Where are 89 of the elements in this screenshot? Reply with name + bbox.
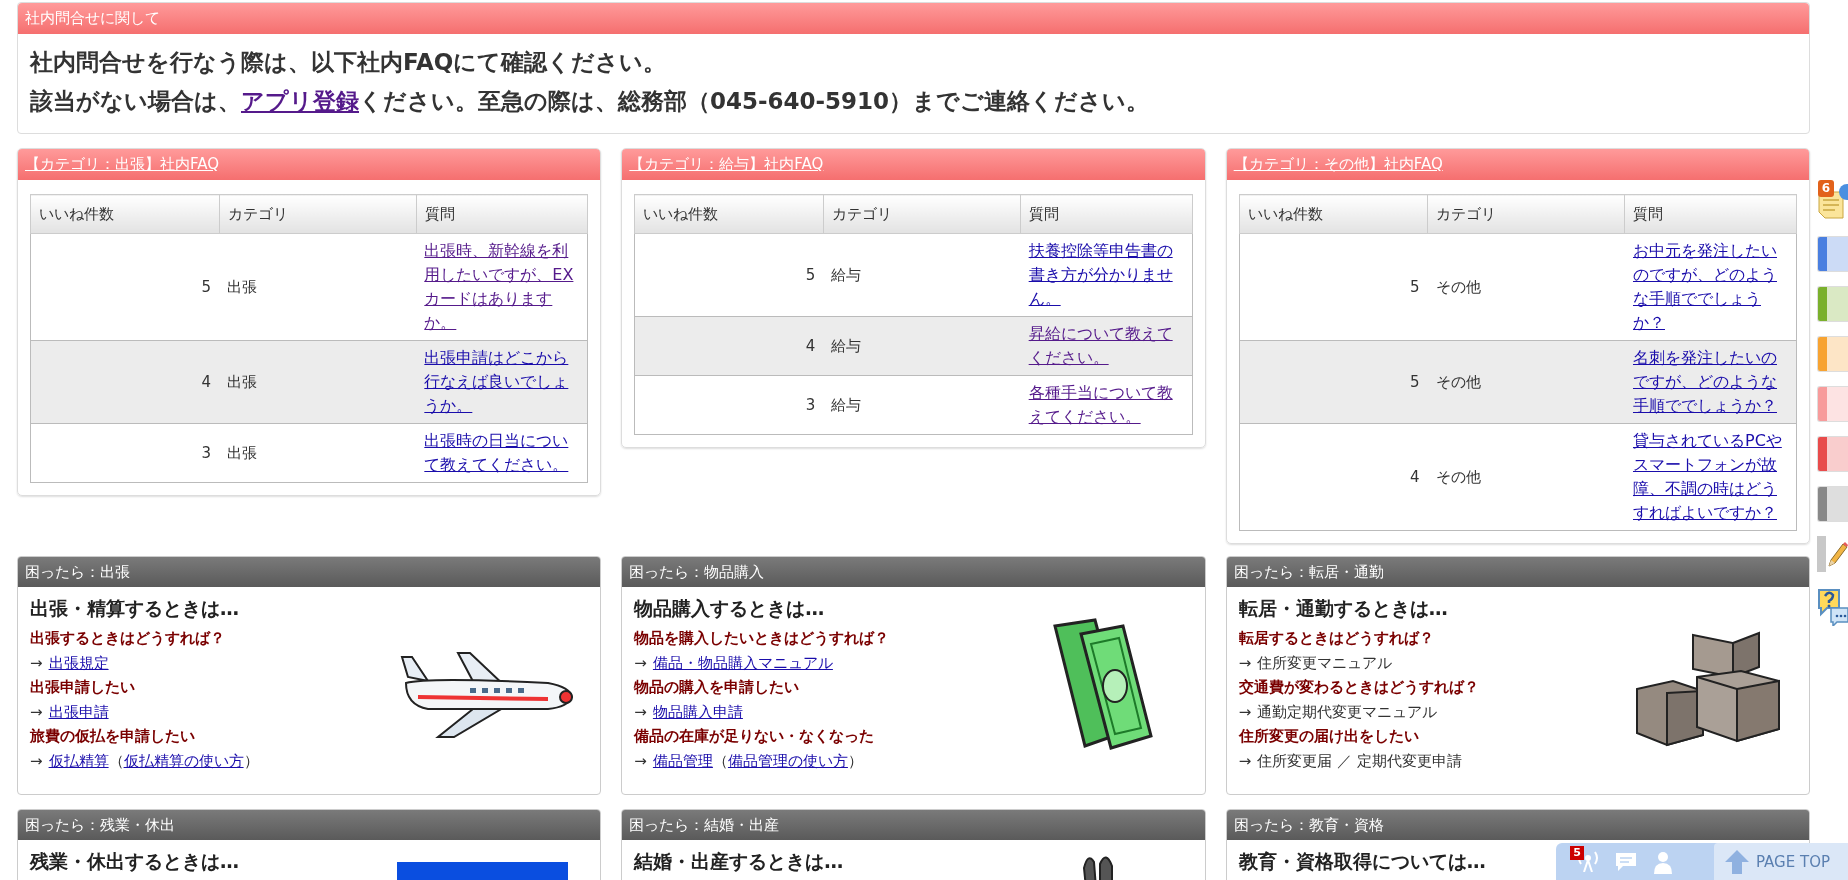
person-icon[interactable] (1652, 849, 1674, 874)
column-header: 質問 (1625, 194, 1797, 234)
card-title: 困ったら：結婚・出産 (622, 810, 1205, 840)
question-link[interactable]: 各種手当について教えてください。 (1028, 381, 1182, 429)
arrow-text: → (634, 750, 647, 772)
notice-text: 社内問合せを行なう際は、以下社内FAQにて確認ください。 (30, 48, 668, 77)
card-heading: 転居・通勤するときは… (1238, 596, 1449, 621)
answer-text: 住所変更届 ／ 定期代変更申請 (1257, 750, 1462, 772)
question-link[interactable]: 貸与されているPCやスマートフォンが故障、不調の時はどうすればよいですか？ (1633, 429, 1786, 525)
column-header: 質問 (1020, 194, 1193, 234)
pencil-icon[interactable] (1817, 536, 1848, 572)
arrow-text: → (1238, 701, 1252, 723)
card-heading: 結婚・出産するときは… (634, 849, 844, 874)
color-tab[interactable] (1817, 336, 1848, 372)
likes-cell: 4 (30, 340, 219, 424)
card-heading: 物品購入するときは… (634, 596, 826, 621)
likes-cell: 3 (30, 423, 219, 483)
question-text: 出張申請したい (30, 677, 135, 698)
question-link[interactable]: 出張時、新幹線を利用したいですが、EXカードはありますか。 (424, 239, 578, 335)
category-cell: その他 (1427, 340, 1625, 424)
answer-text: 住所変更マニュアル (1257, 652, 1393, 674)
card-title: 困ったら：出張 (18, 557, 601, 587)
question-text: 旅費の仮払を申請したい (30, 726, 195, 747)
card-title: 困ったら：教育・資格 (1226, 810, 1809, 840)
link[interactable]: 備品管理の使い方 (727, 748, 848, 773)
up-arrow-icon (1724, 848, 1751, 875)
answer-text: （ (108, 750, 124, 772)
color-tab[interactable] (1817, 386, 1848, 422)
question-link[interactable]: お中元を発注したいのですが、どのような手順ででしょうか？ (1633, 239, 1786, 335)
question-text: 住所変更の届け出をしたい (1238, 726, 1419, 747)
card-title: 困ったら：物品購入 (622, 557, 1205, 587)
column-header: いいね件数 (634, 194, 824, 234)
question-text: 物品の購入を申請したい (634, 677, 800, 698)
question-link[interactable]: 出張時の日当について教えてください。 (424, 429, 578, 477)
link[interactable]: 出張規定 (48, 650, 109, 675)
card-heading: 教育・資格取得については… (1238, 849, 1486, 874)
question-link[interactable]: 扶養控除等申告書の書き方が分かりません。 (1028, 239, 1182, 311)
likes-cell: 3 (634, 375, 824, 435)
category-cell: その他 (1427, 423, 1625, 531)
category-cell: 出張 (219, 340, 417, 424)
help-icon[interactable] (1817, 586, 1848, 626)
category-cell: 給与 (823, 375, 1021, 435)
card-heading: 残業・休出するときは… (30, 849, 239, 874)
notification-badge: 5 (1570, 845, 1584, 860)
notification-badge: 6 (1818, 180, 1834, 197)
arrow-text: → (634, 652, 647, 674)
color-tab[interactable] (1817, 236, 1848, 272)
answer-text: （ (712, 750, 728, 772)
likes-cell: 5 (1239, 340, 1428, 424)
question-text: 備品の在庫が足りない・なくなった (634, 726, 875, 747)
chat-icon[interactable] (1614, 850, 1638, 873)
category-cell: 給与 (823, 316, 1021, 376)
arrow-text: → (1238, 652, 1252, 674)
panel-title: 社内問合せに関して (18, 3, 1809, 34)
answer-text: ） (243, 750, 259, 772)
link[interactable]: 仮払精算の使い方 (123, 748, 244, 773)
arrow-text: → (1238, 750, 1252, 772)
link[interactable]: 出張申請 (48, 699, 109, 724)
answer-text: 通勤定期代変更マニュアル (1257, 701, 1438, 723)
link[interactable]: 備品管理 (652, 748, 713, 773)
color-tab[interactable] (1817, 486, 1848, 522)
column-header: いいね件数 (1239, 194, 1428, 234)
question-text: 物品を購入したいときはどうすれば？ (634, 628, 890, 649)
likes-cell: 4 (634, 316, 824, 376)
question-text: 出張するときはどうすれば？ (30, 628, 225, 649)
arrow-text: → (30, 652, 43, 674)
column-header: カテゴリ (823, 194, 1021, 234)
column-header: カテゴリ (1427, 194, 1625, 234)
notice-text: 該当がない場合は、アプリ登録 ください。至急の際は、総務部（045-640-5910）までご連絡ください。 (30, 87, 1151, 116)
app-register-link[interactable]: アプリ登録 (241, 88, 359, 114)
link[interactable]: 物品購入申請 (652, 699, 743, 724)
link[interactable]: 仮払精算 (48, 748, 109, 773)
column-header: いいね件数 (30, 194, 219, 234)
card-heading: 出張・精算するときは… (30, 596, 240, 621)
card-title: 困ったら：転居・通勤 (1226, 557, 1809, 587)
arrow-text: → (634, 701, 647, 723)
category-cell: 出張 (219, 423, 417, 483)
color-tab[interactable] (1817, 436, 1848, 472)
likes-cell: 4 (1239, 423, 1428, 531)
question-text: 交通費が変わるときはどうすれば？ (1238, 677, 1479, 698)
column-header: カテゴリ (219, 194, 417, 234)
answer-text: ） (847, 750, 863, 772)
arrow-text: → (30, 701, 43, 723)
card-title: 困ったら：残業・休出 (18, 810, 601, 840)
color-tab[interactable] (1817, 286, 1848, 322)
arrow-text: → (30, 750, 43, 772)
column-header: 質問 (416, 194, 588, 234)
link[interactable]: 備品・物品購入マニュアル (652, 650, 833, 675)
question-text: 転居するときはどうすれば？ (1238, 628, 1434, 649)
